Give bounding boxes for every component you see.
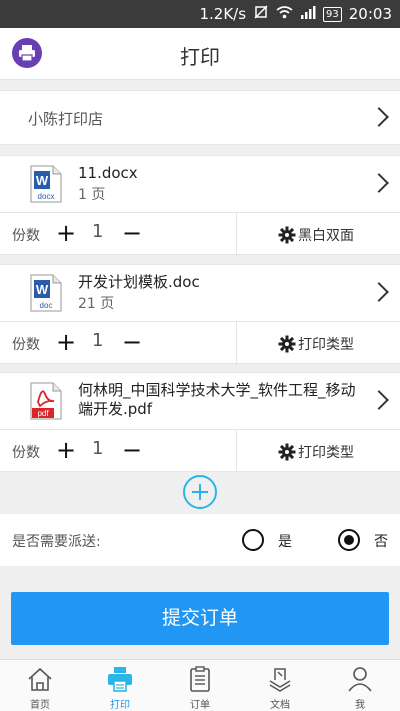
pdf-icon: pdf — [30, 382, 62, 420]
file-pages: 21 页 — [78, 296, 115, 312]
chevron-right-icon — [369, 107, 389, 127]
file-name: 11.docx — [78, 164, 138, 182]
delivery-no-label[interactable]: 否 — [374, 531, 388, 551]
nav-label: 文档 — [270, 700, 290, 711]
print-settings-row: 份数 + 1 − 打印类型 — [0, 429, 400, 473]
gear-icon — [278, 335, 296, 353]
copies-value: 1 — [92, 221, 104, 242]
print-option-label: 打印类型 — [298, 337, 354, 353]
file-card: W doc 开发计划模板.doc 21 页 份数 + 1 − 打印类型 — [0, 264, 400, 365]
word-doc-icon: W doc — [30, 274, 62, 312]
document-icon — [269, 668, 291, 692]
nav-orders[interactable]: 订单 — [160, 660, 240, 711]
submit-order-button[interactable]: 提交订单 — [11, 592, 389, 645]
increment-button[interactable]: + — [56, 328, 76, 356]
print-option-button[interactable]: 黑白双面 — [278, 225, 354, 245]
clock: 20:03 — [348, 5, 392, 23]
decrement-button[interactable]: − — [122, 328, 142, 356]
copies-label: 份数 — [12, 228, 40, 244]
add-file-button[interactable] — [183, 475, 217, 509]
decrement-button[interactable]: − — [122, 436, 142, 464]
file-type-label: doc — [40, 301, 53, 310]
word-docx-icon: W docx — [30, 165, 62, 203]
file-row[interactable]: pdf 何林明_中国科学技术大学_软件工程_移动端开发.pdf — [0, 373, 400, 429]
nav-documents[interactable]: 文档 — [240, 660, 320, 711]
print-option-button[interactable]: 打印类型 — [278, 334, 354, 354]
gear-icon — [278, 226, 296, 244]
store-selector[interactable]: 小陈打印店 — [0, 90, 400, 145]
copies-value: 1 — [92, 438, 104, 459]
chevron-right-icon — [369, 282, 389, 302]
increment-button[interactable]: + — [56, 436, 76, 464]
nav-home[interactable]: 首页 — [0, 660, 80, 711]
divider — [236, 430, 237, 473]
page-title: 打印 — [180, 45, 220, 69]
print-option-label: 黑白双面 — [298, 228, 354, 244]
copies-label: 份数 — [12, 337, 40, 353]
print-settings-row: 份数 + 1 − 打印类型 — [0, 321, 400, 365]
user-icon — [348, 667, 372, 692]
delivery-option: 是否需要派送: 是 否 — [0, 514, 400, 566]
file-card: pdf 何林明_中国科学技术大学_软件工程_移动端开发.pdf 份数 + 1 −… — [0, 372, 400, 473]
nav-label: 首页 — [30, 700, 50, 711]
file-card: W docx 11.docx 1 页 份数 + 1 − 黑白双面 — [0, 155, 400, 256]
svg-text:W: W — [36, 282, 49, 297]
increment-button[interactable]: + — [56, 219, 76, 247]
printer-icon — [108, 667, 132, 692]
app-bar: 打印 — [0, 28, 400, 80]
home-icon — [28, 667, 52, 691]
delivery-question: 是否需要派送: — [12, 534, 101, 550]
nav-label: 我 — [355, 700, 365, 711]
nav-print[interactable]: 打印 — [80, 660, 160, 711]
divider — [236, 213, 237, 256]
clipboard-icon — [190, 666, 210, 692]
divider — [236, 322, 237, 365]
file-row[interactable]: W docx 11.docx 1 页 — [0, 156, 400, 212]
copies-value: 1 — [92, 330, 104, 351]
print-option-button[interactable]: 打印类型 — [278, 442, 354, 462]
delivery-yes-radio[interactable] — [242, 529, 264, 551]
file-pages: 1 页 — [78, 187, 106, 203]
signal-icon — [300, 5, 316, 23]
mute-icon — [253, 4, 269, 24]
svg-text:W: W — [36, 173, 49, 188]
nav-me[interactable]: 我 — [320, 660, 400, 711]
file-name: 何林明_中国科学技术大学_软件工程_移动端开发.pdf — [78, 381, 356, 418]
delivery-no-radio[interactable] — [338, 529, 360, 551]
store-name: 小陈打印店 — [28, 110, 104, 128]
gear-icon — [278, 443, 296, 461]
battery-indicator: 93 — [323, 6, 342, 22]
file-type-label: pdf — [37, 409, 49, 418]
print-option-label: 打印类型 — [298, 445, 354, 461]
chevron-right-icon — [369, 173, 389, 193]
copies-label: 份数 — [12, 445, 40, 461]
wifi-icon — [276, 5, 293, 23]
nav-label: 打印 — [110, 700, 130, 711]
file-row[interactable]: W doc 开发计划模板.doc 21 页 — [0, 265, 400, 321]
network-speed: 1.2K/s — [199, 5, 247, 23]
bottom-nav: 首页 打印 订单 文档 我 — [0, 659, 400, 711]
nav-label: 订单 — [190, 700, 210, 711]
status-bar: 1.2K/s 93 20:03 — [0, 0, 400, 28]
chevron-right-icon — [369, 390, 389, 410]
print-settings-row: 份数 + 1 − 黑白双面 — [0, 212, 400, 256]
delivery-yes-label[interactable]: 是 — [278, 531, 292, 551]
file-type-label: docx — [38, 192, 55, 201]
file-name: 开发计划模板.doc — [78, 273, 200, 291]
decrement-button[interactable]: − — [122, 219, 142, 247]
status-icons: 1.2K/s 93 20:03 — [199, 4, 392, 24]
